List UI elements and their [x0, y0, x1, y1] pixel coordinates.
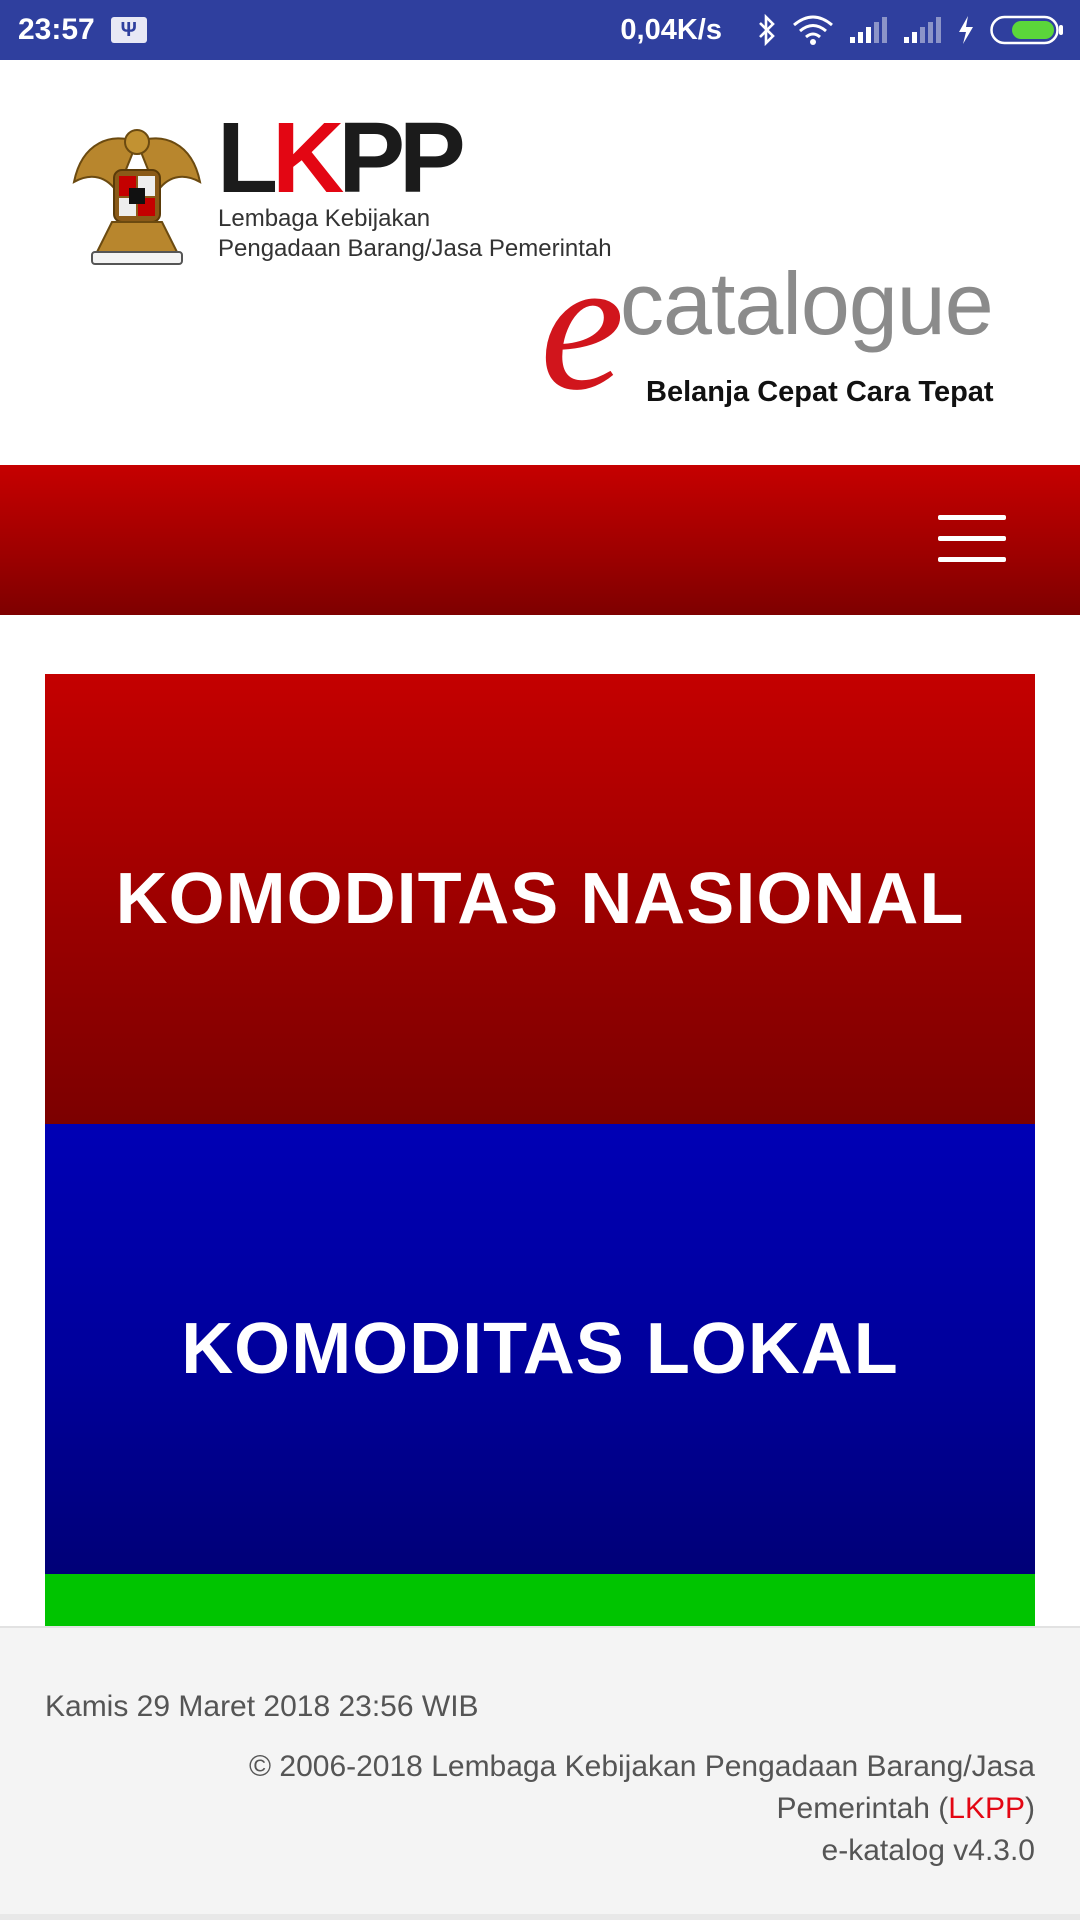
status-left: 23:57 Ψ	[18, 13, 147, 47]
status-time: 23:57	[18, 13, 95, 46]
signal-icon	[902, 15, 942, 45]
footer-bottom-bar	[0, 1914, 1080, 1920]
nav-bar	[0, 465, 1080, 615]
footer-copyright: © 2006-2018 Lembaga Kebijakan Pengadaan …	[135, 1746, 1035, 1872]
komoditas-lokal-label: KOMODITAS LOKAL	[181, 1309, 899, 1389]
ecatalogue-wordmark: catalogue	[620, 254, 994, 353]
komoditas-lokal-tile[interactable]: KOMODITAS LOKAL	[45, 1124, 1035, 1574]
status-right: 0,04K/s	[620, 14, 1064, 47]
status-bar: 23:57 Ψ 0,04K/s	[0, 0, 1080, 60]
usb-debug-icon: Ψ	[110, 17, 147, 43]
footer-date: Kamis 29 Maret 2018 23:56 WIB	[45, 1690, 479, 1723]
copyright-text: © 2006-2018 Lembaga Kebijakan Pengadaan …	[248, 1750, 1035, 1825]
lkpp-wordmark: LKPP	[217, 108, 466, 208]
charging-icon	[956, 14, 976, 46]
signal-icon	[848, 15, 888, 45]
next-category-tile[interactable]	[45, 1574, 1035, 1626]
hamburger-menu-icon[interactable]	[938, 515, 1006, 563]
site-header: LKPP Lembaga Kebijakan Pengadaan Barang/…	[0, 60, 1080, 465]
battery-icon	[990, 15, 1064, 45]
page-footer: Kamis 29 Maret 2018 23:56 WIB © 2006-201…	[0, 1626, 1080, 1920]
hamburger-line	[938, 536, 1006, 541]
ecatalogue-e-letter: e	[540, 220, 625, 430]
copyright-suffix: )	[1025, 1792, 1035, 1825]
ecatalogue-tagline: Belanja Cepat Cara Tepat	[646, 376, 994, 408]
komoditas-nasional-tile[interactable]: KOMODITAS NASIONAL	[45, 674, 1035, 1124]
ecatalogue-logo[interactable]: e catalogue Belanja Cepat Cara Tepat	[540, 230, 1020, 420]
bluetooth-icon	[756, 14, 778, 46]
komoditas-nasional-label: KOMODITAS NASIONAL	[115, 859, 965, 939]
wifi-icon	[792, 14, 834, 46]
net-speed: 0,04K/s	[620, 13, 722, 46]
hamburger-line	[938, 515, 1006, 520]
hamburger-line	[938, 557, 1006, 562]
lkpp-link[interactable]: LKPP	[948, 1792, 1025, 1825]
app-version: e-katalog v4.3.0	[821, 1834, 1035, 1867]
lkpp-wordmark-text: LKPP	[217, 102, 466, 214]
garuda-emblem-icon	[72, 129, 202, 265]
